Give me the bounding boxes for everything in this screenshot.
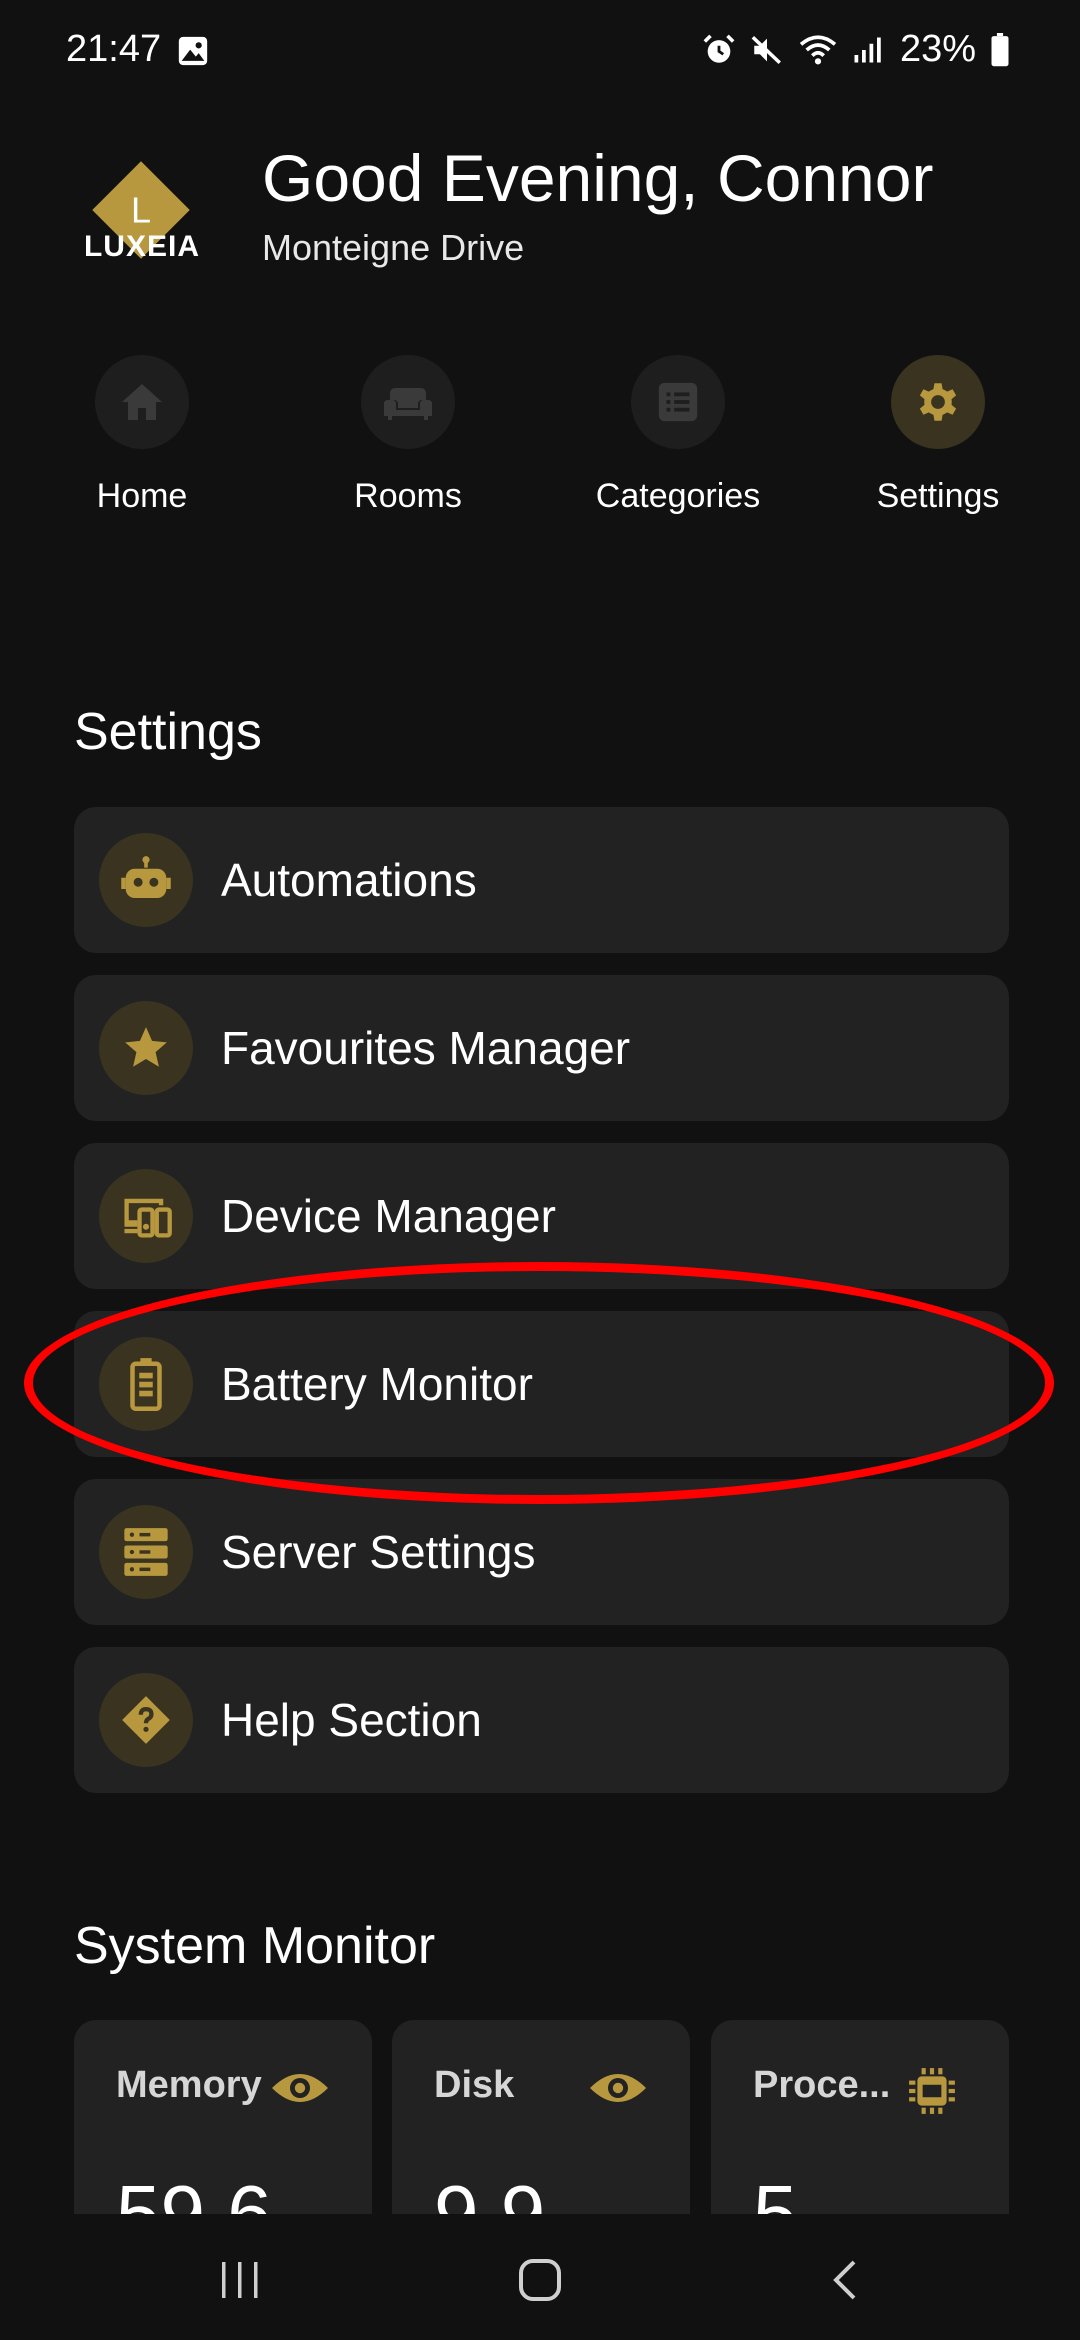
battery-icon xyxy=(991,32,1009,66)
settings-item-server-settings[interactable]: Server Settings xyxy=(74,1479,1009,1625)
monitor-card-value: 59.6% xyxy=(116,2169,272,2214)
devices-icon xyxy=(99,1169,193,1263)
status-time: 21:47 xyxy=(66,28,162,70)
settings-item-label: Server Settings xyxy=(221,1526,536,1578)
nav-rooms[interactable]: Rooms xyxy=(308,355,508,516)
battery-percent: 23% xyxy=(899,28,976,70)
nav-label: Categories xyxy=(595,477,761,515)
chip-icon xyxy=(909,2068,955,2114)
monitor-card-memory[interactable]: Memory 59.6% xyxy=(74,2020,372,2214)
logo-text: LUXEIA xyxy=(83,230,200,263)
sofa-icon xyxy=(361,355,455,449)
nav-home[interactable]: Home xyxy=(42,355,242,516)
android-nav-bar xyxy=(0,2214,1080,2340)
mute-icon xyxy=(751,35,781,64)
system-monitor-cards: Memory 59.6% Disk 9.9% Proce... 5% xyxy=(74,2020,1009,2214)
system-monitor-title: System Monitor xyxy=(74,1917,436,1975)
battery-icon xyxy=(99,1337,193,1431)
gear-icon xyxy=(891,355,985,449)
address-subtitle: Monteigne Drive xyxy=(262,227,525,268)
star-icon xyxy=(99,1001,193,1095)
top-nav: Home Rooms Categories Settings xyxy=(0,355,1080,535)
greeting-title: Good Evening, Connor xyxy=(262,141,934,215)
server-icon xyxy=(99,1505,193,1599)
monitor-card-processor[interactable]: Proce... 5% xyxy=(711,2020,1009,2214)
eye-icon[interactable] xyxy=(588,2068,648,2108)
settings-list: Automations Favourites Manager Device Ma… xyxy=(74,807,1009,1815)
monitor-card-disk[interactable]: Disk 9.9% xyxy=(392,2020,690,2214)
monitor-card-title: Memory xyxy=(116,2064,262,2106)
robot-icon xyxy=(99,833,193,927)
settings-item-label: Favourites Manager xyxy=(221,1022,631,1074)
settings-section-title: Settings xyxy=(74,703,262,761)
monitor-card-title: Disk xyxy=(434,2064,515,2106)
eye-icon[interactable] xyxy=(270,2068,330,2108)
nav-label: Home xyxy=(96,477,188,515)
help-diamond-icon xyxy=(99,1673,193,1767)
settings-item-battery-monitor[interactable]: Battery Monitor xyxy=(74,1311,1009,1457)
wifi-icon xyxy=(799,34,837,64)
signal-icon xyxy=(854,37,881,62)
settings-item-automations[interactable]: Automations xyxy=(74,807,1009,953)
home-nav-icon[interactable] xyxy=(518,2258,562,2302)
settings-item-label: Device Manager xyxy=(221,1190,556,1242)
settings-item-label: Automations xyxy=(221,854,477,906)
nav-settings[interactable]: Settings xyxy=(838,355,1038,516)
settings-item-label: Battery Monitor xyxy=(221,1358,533,1410)
nav-label: Rooms xyxy=(354,477,462,515)
svg-text:L: L xyxy=(131,190,151,231)
home-icon xyxy=(95,355,189,449)
back-icon[interactable] xyxy=(826,2258,866,2302)
image-icon xyxy=(178,36,208,66)
settings-item-help-section[interactable]: Help Section xyxy=(74,1647,1009,1793)
monitor-card-value: 5% xyxy=(753,2169,798,2214)
nav-categories[interactable]: Categories xyxy=(578,355,778,516)
settings-item-label: Help Section xyxy=(221,1694,482,1746)
recent-apps-icon[interactable] xyxy=(218,2258,262,2302)
monitor-card-title: Proce... xyxy=(753,2064,891,2106)
settings-item-device-manager[interactable]: Device Manager xyxy=(74,1143,1009,1289)
settings-item-favourites-manager[interactable]: Favourites Manager xyxy=(74,975,1009,1121)
alarm-icon xyxy=(703,34,735,63)
monitor-card-value: 9.9% xyxy=(434,2169,546,2214)
nav-label: Settings xyxy=(876,477,1000,515)
status-bar: 21:47 23% xyxy=(0,0,1080,100)
list-icon xyxy=(631,355,725,449)
